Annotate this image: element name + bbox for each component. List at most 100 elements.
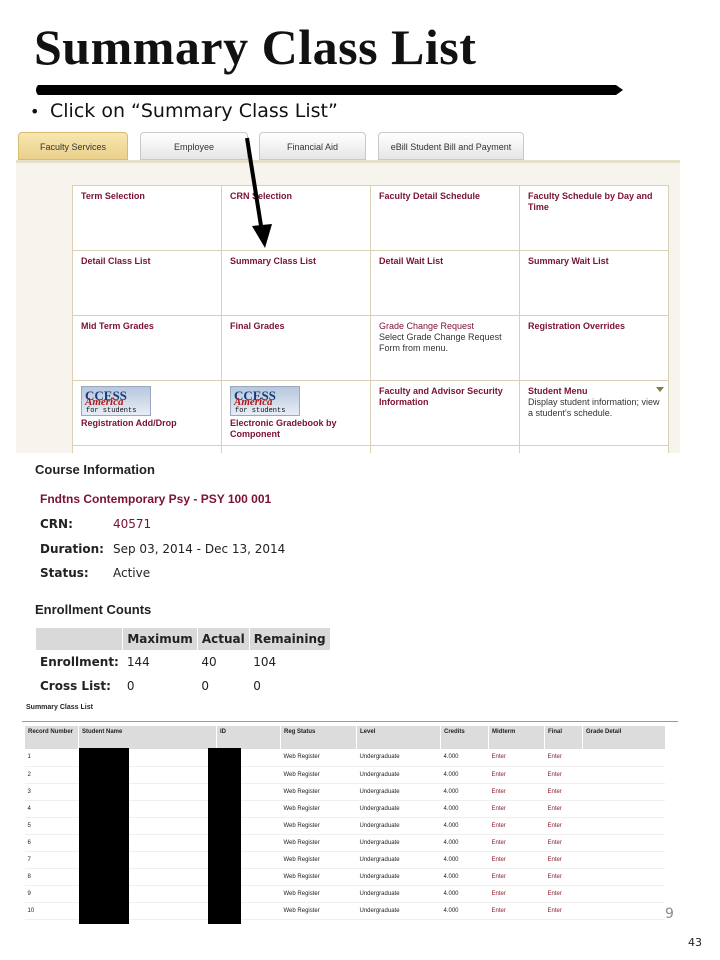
enrollment-header-row: Maximum Actual Remaining — [36, 628, 331, 650]
enrollment-row-label: Enrollment: — [40, 655, 119, 669]
header-credits: Credits — [440, 726, 489, 749]
header-record-number: Record Number — [24, 726, 79, 749]
dropdown-triangle-icon[interactable] — [656, 387, 664, 392]
credits: 4.000 — [440, 800, 489, 818]
midterm-link[interactable]: Enter — [488, 749, 545, 767]
record-number: 6 — [24, 834, 79, 852]
enrollment-header-blank — [36, 628, 124, 650]
final-link[interactable]: Enter — [544, 902, 583, 920]
level: Undergraduate — [356, 834, 441, 852]
cross-list-actual: 0 — [201, 679, 209, 693]
level: Undergraduate — [356, 902, 441, 920]
midterm-link[interactable]: Enter — [488, 868, 545, 886]
credits: 4.000 — [440, 783, 489, 801]
header-id: ID — [216, 726, 281, 749]
access-america-logo[interactable]: CCESS America for students — [230, 386, 300, 416]
faculty-detail-schedule-link[interactable]: Faculty Detail Schedule — [379, 191, 511, 202]
menu-cell-cutoff — [519, 445, 669, 453]
enrollment-counts-heading: Enrollment Counts — [35, 602, 152, 617]
grade-detail — [582, 749, 665, 767]
record-number: 3 — [24, 783, 79, 801]
menu-cell: CRN Selection — [221, 185, 371, 251]
final-link[interactable]: Enter — [544, 749, 583, 767]
reg-status: Web Register — [280, 885, 357, 903]
reg-status: Web Register — [280, 834, 357, 852]
tab-faculty-services[interactable]: Faculty Services — [18, 132, 128, 160]
final-link[interactable]: Enter — [544, 783, 583, 801]
midterm-link[interactable]: Enter — [488, 783, 545, 801]
credits: 4.000 — [440, 766, 489, 784]
final-link[interactable]: Enter — [544, 868, 583, 886]
header-final: Final — [544, 726, 583, 749]
menu-cell: Detail Class List — [72, 250, 222, 316]
final-grades-link[interactable]: Final Grades — [230, 321, 362, 332]
grade-detail — [582, 902, 665, 920]
electronic-gradebook-link[interactable]: Electronic Gradebook by Component — [230, 418, 362, 440]
final-link[interactable]: Enter — [544, 851, 583, 869]
enrollment-counts-panel: Enrollment Counts Maximum Actual Remaini… — [26, 600, 331, 700]
final-link[interactable]: Enter — [544, 834, 583, 852]
bullet-dot: • — [30, 102, 40, 121]
instruction-bullet: • Click on “Summary Class List” — [30, 100, 338, 122]
level: Undergraduate — [356, 851, 441, 869]
summary-class-list-link[interactable]: Summary Class List — [230, 256, 362, 267]
record-number: 1 — [24, 749, 79, 767]
grade-change-request-link[interactable]: Grade Change Request — [379, 321, 511, 332]
status-label: Status: — [40, 566, 89, 580]
final-link[interactable]: Enter — [544, 766, 583, 784]
record-number: 7 — [24, 851, 79, 869]
midterm-link[interactable]: Enter — [488, 902, 545, 920]
summary-wait-list-link[interactable]: Summary Wait List — [528, 256, 660, 267]
term-selection-link[interactable]: Term Selection — [81, 191, 213, 202]
course-information-heading: Course Information — [35, 462, 155, 477]
final-link[interactable]: Enter — [544, 800, 583, 818]
grade-detail — [582, 766, 665, 784]
mid-term-grades-link[interactable]: Mid Term Grades — [81, 321, 213, 332]
final-link[interactable]: Enter — [544, 885, 583, 903]
grade-detail — [582, 800, 665, 818]
level: Undergraduate — [356, 868, 441, 886]
logo-text-students: for students — [86, 407, 137, 415]
menu-cell: Final Grades — [221, 315, 371, 381]
credits: 4.000 — [440, 749, 489, 767]
midterm-link[interactable]: Enter — [488, 851, 545, 869]
menu-cell: Faculty Schedule by Day and Time — [519, 185, 669, 251]
enrollment-remaining: 104 — [253, 655, 277, 669]
level: Undergraduate — [356, 749, 441, 767]
reg-status: Web Register — [280, 749, 357, 767]
midterm-link[interactable]: Enter — [488, 766, 545, 784]
reg-status: Web Register — [280, 817, 357, 835]
faculty-schedule-by-day-link[interactable]: Faculty Schedule by Day and Time — [528, 191, 660, 213]
header-level: Level — [356, 726, 441, 749]
record-number: 8 — [24, 868, 79, 886]
tab-employee[interactable]: Employee — [140, 132, 248, 160]
crn-selection-link[interactable]: CRN Selection — [230, 191, 362, 202]
registration-overrides-link[interactable]: Registration Overrides — [528, 321, 660, 332]
faculty-advisor-security-link[interactable]: Faculty and Advisor Security Information — [379, 386, 511, 408]
midterm-link[interactable]: Enter — [488, 800, 545, 818]
tab-ebill[interactable]: eBill Student Bill and Payment — [378, 132, 524, 160]
menu-cell-cutoff — [72, 445, 222, 453]
slide-number: 43 — [688, 936, 702, 949]
midterm-link[interactable]: Enter — [488, 817, 545, 835]
title-underline-bar — [36, 85, 623, 95]
access-america-logo[interactable]: CCESS America for students — [81, 386, 151, 416]
midterm-link[interactable]: Enter — [488, 885, 545, 903]
status-row: Status: Active — [40, 566, 150, 580]
detail-class-list-link[interactable]: Detail Class List — [81, 256, 213, 267]
midterm-link[interactable]: Enter — [488, 834, 545, 852]
header-midterm: Midterm — [488, 726, 545, 749]
student-menu-desc: Display student information; view a stud… — [528, 397, 660, 418]
tab-financial-aid[interactable]: Financial Aid — [259, 132, 366, 160]
crn-value: 40571 — [113, 517, 152, 531]
grade-detail — [582, 817, 665, 835]
redaction-bar-student-name — [79, 748, 129, 924]
student-menu-link[interactable]: Student Menu — [528, 386, 660, 397]
final-link[interactable]: Enter — [544, 817, 583, 835]
menu-cell: Faculty and Advisor Security Information — [370, 380, 520, 446]
menu-cell: Registration Overrides — [519, 315, 669, 381]
class-list-rule — [22, 721, 678, 722]
detail-wait-list-link[interactable]: Detail Wait List — [379, 256, 511, 267]
registration-add-drop-link[interactable]: Registration Add/Drop — [81, 418, 213, 429]
enrollment-maximum: 144 — [126, 655, 150, 669]
